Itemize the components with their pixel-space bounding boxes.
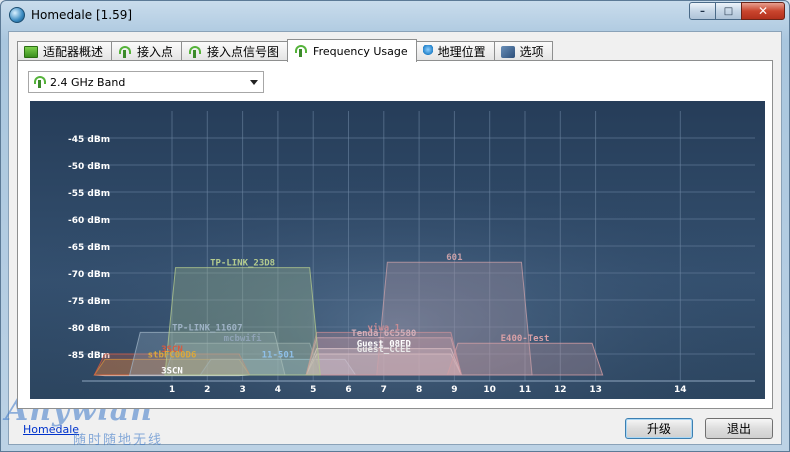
location-pin-icon	[422, 45, 433, 58]
y-tick-label: -70 dBm	[68, 270, 110, 280]
exit-button[interactable]: 退出	[705, 418, 773, 439]
tab-label: 接入点	[137, 45, 174, 59]
y-tick-label: -60 dBm	[68, 216, 110, 226]
wrench-icon	[500, 45, 515, 58]
upgrade-button[interactable]: 升级	[625, 418, 693, 439]
network-name-label: 11-501	[262, 350, 295, 360]
signal-icon	[188, 45, 202, 58]
tab-label: 适配器概述	[43, 45, 104, 59]
close-button[interactable]: ✕	[741, 2, 785, 20]
chevron-down-icon[interactable]	[250, 80, 258, 85]
tab-frequency-usage[interactable]: Frequency Usage	[287, 39, 417, 62]
frequency-usage-panel: 2.4 GHz Band -45 dBm -50 dBm -55 dBm -60 dB…	[17, 60, 773, 409]
network-name-label: 601	[446, 253, 462, 263]
frequency-chart: -45 dBm -50 dBm -55 dBm -60 dBm -65 dBm -70 d…	[30, 101, 765, 399]
x-tick-label: 8	[416, 385, 422, 395]
network-signal-area[interactable]	[376, 261, 533, 376]
y-tick-label: -55 dBm	[68, 189, 110, 199]
tab-signal-graph[interactable]: 接入点信号图	[181, 41, 289, 61]
tab-strip: 适配器概述 接入点 接入点信号图 Frequency Usage 地理位置 选项	[17, 39, 553, 62]
frequency-chart-svg: -45 dBm -50 dBm -55 dBm -60 dBm -65 dBm -70 d…	[30, 101, 765, 399]
network-name-label: E400-Test	[501, 334, 550, 344]
tab-label: Frequency Usage	[313, 44, 408, 58]
band-dropdown-value: 2.4 GHz Band	[50, 75, 126, 89]
network-name-label: TP-LINK_11607	[172, 323, 242, 333]
tab-label: 选项	[519, 45, 544, 59]
network-name-label: stbFC00D6	[148, 350, 197, 360]
signal-icon	[33, 76, 47, 88]
y-tick-label: -75 dBm	[68, 297, 110, 307]
network-name-label: TP-LINK_23D8	[210, 259, 275, 269]
x-tick-label: 12	[554, 385, 567, 395]
y-tick-label: -80 dBm	[68, 324, 110, 334]
tab-label: 接入点信号图	[207, 45, 280, 59]
tab-options[interactable]: 选项	[493, 41, 553, 61]
window-title: Homedale [1.59]	[31, 8, 133, 22]
network-name-label: 3SCN	[161, 367, 183, 377]
caption-buttons: – □ ✕	[689, 2, 785, 20]
x-tick-label: 13	[589, 385, 602, 395]
x-tick-label: 4	[275, 385, 281, 395]
x-tick-label: 10	[483, 385, 496, 395]
app-window: Homedale [1.59] – □ ✕ 适配器概述 接入点 接入点信号图 F…	[0, 0, 790, 452]
title-bar[interactable]: Homedale [1.59] – □ ✕	[1, 1, 789, 29]
network-name-label: Guest_CCEE	[357, 345, 411, 355]
network-name-label: mcbwifi	[224, 333, 263, 344]
signal-icon	[118, 45, 132, 58]
y-tick-label: -45 dBm	[68, 135, 110, 145]
x-tick-label: 1	[169, 385, 175, 395]
x-tick-label: 5	[310, 385, 316, 395]
globe-app-icon	[9, 7, 25, 23]
tab-location[interactable]: 地理位置	[415, 41, 495, 61]
adapter-icon	[24, 45, 38, 58]
x-tick-label: 7	[381, 385, 387, 395]
x-tick-label: 9	[451, 385, 457, 395]
tab-label: 地理位置	[437, 45, 486, 59]
y-tick-label: -65 dBm	[68, 243, 110, 253]
x-tick-label: 11	[519, 385, 532, 395]
x-tick-label: 6	[345, 385, 351, 395]
x-tick-label: 3	[239, 385, 245, 395]
tab-access-points[interactable]: 接入点	[111, 41, 183, 61]
network-name-label: yiwa_1	[368, 322, 401, 333]
minimize-button[interactable]: –	[689, 2, 716, 20]
homepage-link[interactable]: Homedale	[23, 423, 79, 436]
x-tick-label: 14	[674, 385, 687, 395]
signal-icon	[294, 45, 308, 57]
y-tick-label: -50 dBm	[68, 162, 110, 172]
band-dropdown[interactable]: 2.4 GHz Band	[28, 71, 264, 93]
tab-adapter-overview[interactable]: 适配器概述	[17, 41, 113, 61]
client-area: 适配器概述 接入点 接入点信号图 Frequency Usage 地理位置 选项	[8, 31, 782, 445]
x-tick-label: 2	[204, 385, 210, 395]
maximize-button[interactable]: □	[715, 2, 742, 20]
